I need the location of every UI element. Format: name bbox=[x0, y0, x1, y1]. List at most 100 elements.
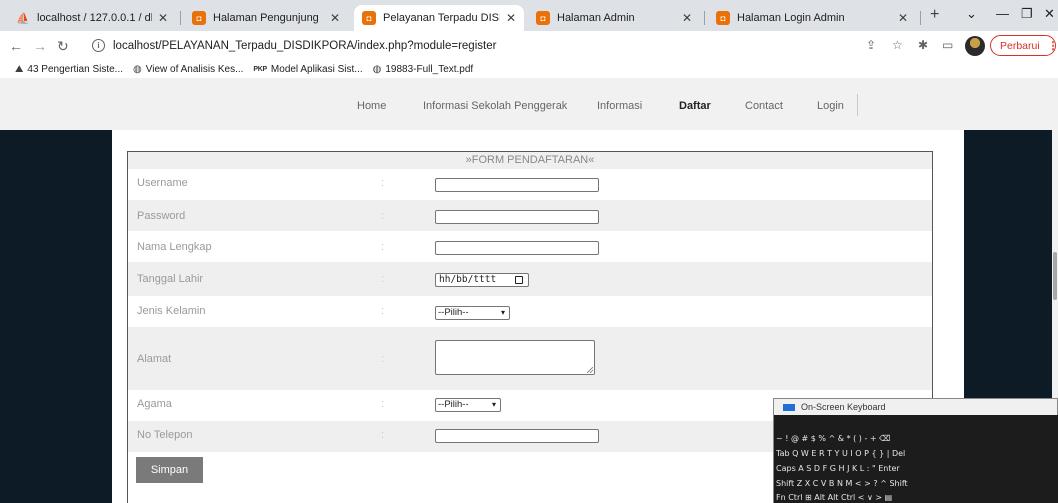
alamat-textarea[interactable] bbox=[435, 340, 595, 375]
osk-title-bar[interactable]: On-Screen Keyboard bbox=[774, 399, 1057, 415]
site-favicon-icon: ◘ bbox=[362, 11, 376, 25]
simpan-button[interactable]: Simpan bbox=[136, 457, 203, 483]
nav-informasi-sekolah-penggerak[interactable]: Informasi Sekolah Penggerak bbox=[423, 100, 567, 112]
keyboard-icon bbox=[783, 403, 795, 411]
osk-key-row[interactable]: Shift Z X C V B N M < > ? ^ Shift bbox=[776, 479, 908, 491]
profile-avatar[interactable] bbox=[965, 36, 985, 56]
close-icon[interactable]: ✕ bbox=[158, 11, 168, 25]
tab-search-chevron-icon[interactable]: ⌄ bbox=[966, 6, 977, 22]
pkp-icon: PKP bbox=[253, 65, 267, 73]
globe-icon: ◍ bbox=[372, 63, 382, 75]
username-input[interactable] bbox=[435, 178, 599, 192]
nav-home[interactable]: Home bbox=[357, 100, 386, 112]
form-row-jenis-kelamin: Jenis Kelamin : --Pilih-- ▾ bbox=[128, 296, 932, 327]
update-button[interactable]: Perbarui ⋮ bbox=[990, 35, 1058, 56]
osk-key-row[interactable]: ~ ! @ # $ % ^ & * ( ) - + ⌫ bbox=[776, 434, 890, 446]
bookmark-item[interactable]: ⛰ 43 Pengertian Siste... bbox=[15, 64, 123, 75]
window-close-icon[interactable]: ✕ bbox=[1044, 6, 1055, 22]
menu-dots-icon: ⋮ bbox=[1047, 39, 1058, 52]
chevron-down-icon: ▾ bbox=[500, 308, 505, 317]
field-colon: : bbox=[381, 305, 385, 317]
tab-divider bbox=[180, 11, 181, 25]
form-row-tanggal-lahir: Tanggal Lahir : hh/bb/tttt bbox=[128, 262, 932, 296]
nav-informasi[interactable]: Informasi bbox=[597, 100, 642, 112]
address-bar[interactable]: i localhost/PELAYANAN_Terpadu_DISDIKPORA… bbox=[92, 35, 862, 56]
minimize-icon[interactable]: — bbox=[996, 6, 1009, 21]
bookmark-item[interactable]: PKP Model Aplikasi Sist... bbox=[253, 64, 362, 75]
field-label: Jenis Kelamin bbox=[137, 305, 206, 317]
field-colon: : bbox=[381, 398, 385, 410]
tab-pelayanan-terpadu[interactable]: ◘ Pelayanan Terpadu DISDIKPO ✕ bbox=[354, 5, 524, 31]
field-label: Nama Lengkap bbox=[137, 241, 212, 253]
close-icon[interactable]: ✕ bbox=[898, 11, 908, 25]
reload-icon[interactable]: ↻ bbox=[57, 38, 69, 55]
field-label: No Telepon bbox=[137, 429, 193, 441]
field-colon: : bbox=[381, 210, 385, 222]
back-arrow-icon[interactable]: ← bbox=[9, 38, 23, 54]
nav-contact[interactable]: Contact bbox=[745, 100, 783, 112]
field-colon: : bbox=[381, 429, 385, 441]
bookmark-item[interactable]: ◍ View of Analisis Kes... bbox=[133, 64, 243, 75]
url-text[interactable]: localhost/PELAYANAN_Terpadu_DISDIKPORA/i… bbox=[113, 40, 496, 52]
chevron-down-icon: ▾ bbox=[491, 400, 496, 409]
calendar-icon[interactable] bbox=[515, 276, 523, 284]
no-telepon-input[interactable] bbox=[435, 429, 599, 443]
close-icon[interactable]: ✕ bbox=[682, 11, 692, 25]
resize-grip-icon[interactable] bbox=[587, 367, 593, 373]
site-info-icon[interactable]: i bbox=[92, 39, 105, 52]
tab-phpmyadmin[interactable]: ⛵ localhost / 127.0.0.1 / db_pel ✕ bbox=[8, 5, 176, 31]
close-icon[interactable]: ✕ bbox=[506, 11, 516, 25]
new-tab-button[interactable]: + bbox=[930, 6, 939, 24]
tab-halaman-admin[interactable]: ◘ Halaman Admin ✕ bbox=[528, 5, 700, 31]
nav-divider bbox=[857, 94, 858, 116]
field-label: Tanggal Lahir bbox=[137, 273, 204, 285]
site-favicon-icon: ◘ bbox=[716, 11, 730, 25]
osk-key-row[interactable]: Caps A S D F G H J K L : " Enter bbox=[776, 464, 900, 476]
bookmark-star-icon[interactable]: ☆ bbox=[892, 38, 903, 52]
select-value: --Pilih-- bbox=[438, 307, 469, 318]
close-icon[interactable]: ✕ bbox=[330, 11, 340, 25]
form-row-nama-lengkap: Nama Lengkap : bbox=[128, 231, 932, 262]
tab-halaman-pengunjung[interactable]: ◘ Halaman Pengunjung ✕ bbox=[184, 5, 348, 31]
nav-daftar[interactable]: Daftar bbox=[679, 100, 711, 112]
form-row-username: Username : bbox=[128, 169, 932, 200]
agama-select[interactable]: --Pilih-- ▾ bbox=[435, 398, 501, 412]
jenis-kelamin-select[interactable]: --Pilih-- ▾ bbox=[435, 306, 510, 320]
globe-icon: ◍ bbox=[133, 63, 142, 75]
forward-arrow-icon[interactable]: → bbox=[33, 38, 47, 54]
site-navbar: Home Informasi Sekolah Penggerak Informa… bbox=[0, 78, 1058, 130]
osk-key-row[interactable]: Fn Ctrl ⊞ Alt Alt Ctrl < ∨ > ▤ bbox=[776, 493, 892, 503]
tanggal-lahir-date-input[interactable]: hh/bb/tttt bbox=[435, 273, 529, 287]
extensions-puzzle-icon[interactable]: ✱ bbox=[918, 38, 928, 52]
field-colon: : bbox=[381, 353, 385, 365]
form-row-alamat: Alamat : bbox=[128, 327, 932, 390]
browser-toolbar: ← → ↻ i localhost/PELAYANAN_Terpadu_DISD… bbox=[0, 31, 1058, 60]
share-icon[interactable]: ⇪ bbox=[866, 38, 876, 52]
field-colon: : bbox=[381, 273, 385, 285]
site-favicon-icon: ◘ bbox=[192, 11, 206, 25]
osk-keys: ~ ! @ # $ % ^ & * ( ) - + ⌫ Tab Q W E R … bbox=[774, 415, 1058, 503]
tab-label: Halaman Admin bbox=[557, 12, 635, 24]
password-input[interactable] bbox=[435, 210, 599, 224]
bookmark-label: 43 Pengertian Siste... bbox=[27, 63, 124, 75]
bookmark-site-icon: ⛰ bbox=[15, 63, 24, 75]
tab-label: Pelayanan Terpadu DISDIKPO bbox=[383, 12, 500, 24]
field-colon: : bbox=[381, 241, 385, 253]
restore-icon[interactable]: ❐ bbox=[1021, 6, 1033, 22]
field-label: Username bbox=[137, 177, 188, 189]
site-favicon-icon: ◘ bbox=[536, 11, 550, 25]
phpmyadmin-icon: ⛵ bbox=[16, 12, 30, 25]
field-label: Alamat bbox=[137, 353, 172, 365]
osk-title: On-Screen Keyboard bbox=[801, 402, 886, 412]
tab-divider bbox=[704, 11, 705, 25]
scrollbar-thumb[interactable] bbox=[1053, 252, 1057, 300]
bookmark-label: View of Analisis Kes... bbox=[145, 63, 244, 75]
tab-halaman-login-admin[interactable]: ◘ Halaman Login Admin ✕ bbox=[708, 5, 916, 31]
nama-lengkap-input[interactable] bbox=[435, 241, 599, 255]
osk-key-row[interactable]: Tab Q W E R T Y U I O P { } | Del bbox=[776, 449, 905, 461]
form-row-password: Password : bbox=[128, 200, 932, 231]
nav-login[interactable]: Login bbox=[817, 100, 844, 112]
browser-tab-bar: ⛵ localhost / 127.0.0.1 / db_pel ✕ ◘ Hal… bbox=[0, 0, 1058, 31]
bookmark-item[interactable]: ◍ 19883-Full_Text.pdf bbox=[373, 64, 474, 75]
side-panel-icon[interactable]: ▭ bbox=[942, 38, 953, 52]
